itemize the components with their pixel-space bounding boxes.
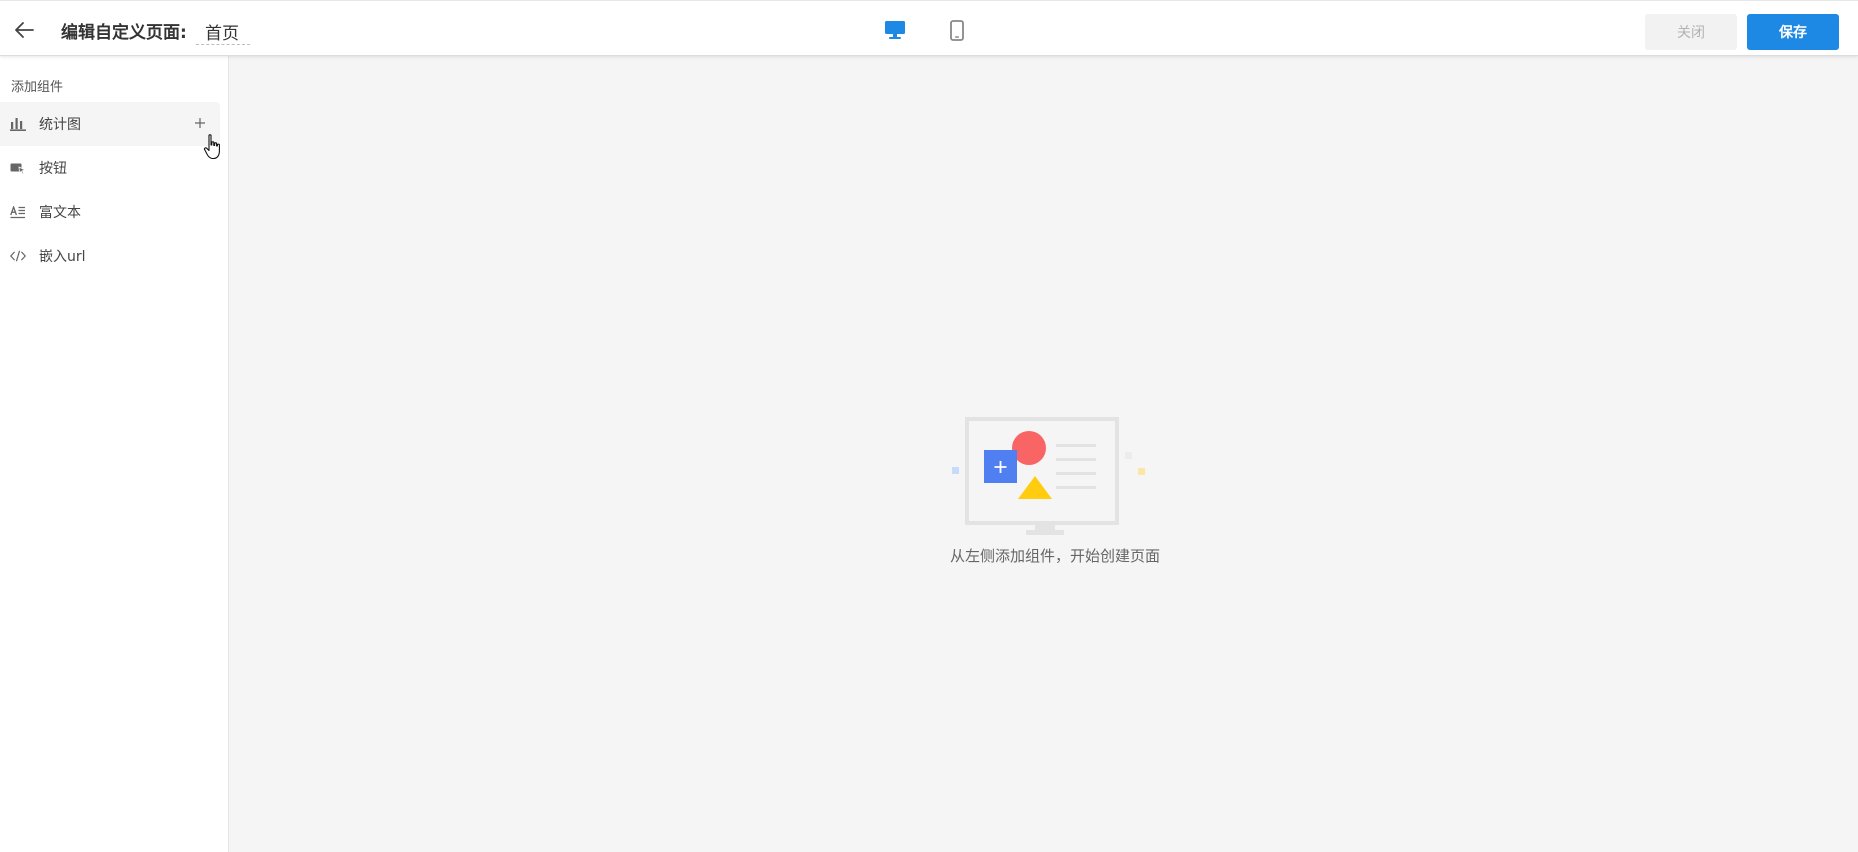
save-button[interactable]: 保存 xyxy=(1747,14,1839,50)
sidebar-item-rich-text[interactable]: 富文本 xyxy=(0,190,220,234)
rich-text-icon xyxy=(10,204,26,220)
sidebar-item-label: 统计图 xyxy=(39,117,81,133)
sidebar-item-chart[interactable]: 统计图 xyxy=(0,102,220,146)
button-cursor-icon xyxy=(10,160,26,176)
code-embed-icon xyxy=(10,248,26,264)
mobile-view-toggle[interactable] xyxy=(941,15,973,45)
top-bar: 编辑自定义页面: 关闭 保存 xyxy=(0,0,1858,56)
sidebar-item-label: 按钮 xyxy=(39,161,67,177)
sidebar-heading: 添加组件 xyxy=(11,80,64,95)
component-list: 统计图 按钮 富文本 嵌入url xyxy=(0,102,220,278)
sidebar-item-embed-url[interactable]: 嵌入url xyxy=(0,234,220,278)
arrow-left-icon xyxy=(15,22,34,38)
empty-state-message: 从左侧添加组件，开始创建页面 xyxy=(949,547,1160,565)
monitor-shapes-icon xyxy=(952,417,1145,535)
page-canvas[interactable]: 从左侧添加组件，开始创建页面 xyxy=(230,56,1858,852)
bar-chart-icon xyxy=(10,116,26,132)
close-button[interactable]: 关闭 xyxy=(1645,14,1737,50)
mobile-phone-icon xyxy=(950,19,964,41)
desktop-view-toggle[interactable] xyxy=(879,15,911,45)
sidebar-item-label: 富文本 xyxy=(39,205,81,221)
page-title-label: 编辑自定义页面: xyxy=(61,23,187,43)
page-name-input[interactable] xyxy=(196,15,250,45)
component-sidebar: 添加组件 统计图 按钮 富文本 嵌入url xyxy=(0,56,229,852)
sidebar-item-button[interactable]: 按钮 xyxy=(0,146,220,190)
sidebar-item-label: 嵌入url xyxy=(39,249,86,265)
desktop-icon xyxy=(885,21,905,39)
plus-icon[interactable] xyxy=(193,116,207,130)
back-button[interactable] xyxy=(10,17,38,43)
